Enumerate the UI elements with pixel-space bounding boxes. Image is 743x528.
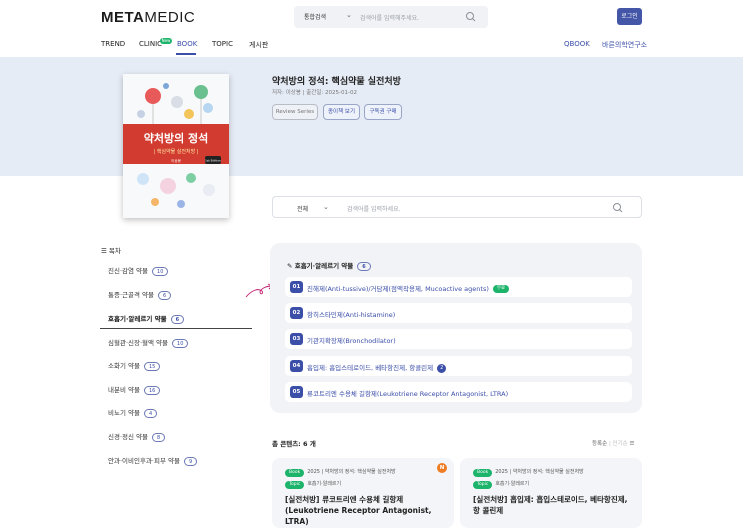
- chapter-number: 05: [290, 386, 303, 398]
- content-search[interactable]: 전체 ⌄ 검색어를 입력하세요.: [272, 196, 642, 218]
- top-bar: METAMEDIC 통합검색 ⌄ 검색어를 입력해주세요. 로그인 TREND …: [0, 0, 743, 58]
- pencil-icon: ✎: [287, 262, 293, 270]
- chapter-number: 02: [290, 307, 303, 319]
- chapter-item[interactable]: 05 류코트리엔 수용체 길항제(Leukotriene Receptor An…: [285, 382, 632, 402]
- chapter-item[interactable]: 03 기관지확장제(Bronchodilator): [285, 329, 632, 349]
- toc-item[interactable]: 통증·근골격 약물 6: [108, 289, 172, 300]
- new-badge: New: [160, 38, 172, 44]
- paper-book-button[interactable]: 종이책 보기: [323, 104, 360, 120]
- sort-by-date[interactable]: 등록순: [592, 441, 607, 447]
- nav-book[interactable]: BOOK: [177, 40, 197, 48]
- global-search[interactable]: 통합검색 ⌄ 검색어를 입력해주세요.: [294, 6, 488, 28]
- card-path: 2025 | 약처방의 정석: 핵심약물 실전처방: [495, 469, 584, 475]
- chapter-number: 03: [290, 333, 303, 345]
- toc-count: 9: [183, 456, 198, 466]
- toc-heading: ☰ 목차: [101, 245, 121, 255]
- toc-item[interactable]: 심혈관·신장·혈액 약물 10: [108, 337, 189, 348]
- sort-by-popular[interactable]: 인기순: [613, 441, 628, 447]
- toc-item[interactable]: 진신·감염 약물 10: [108, 265, 169, 276]
- toc-count: 10: [152, 266, 169, 276]
- chapter-label: 진해제(Anti-tussive)/거담제(점액작용제, Mucoactive …: [307, 283, 510, 293]
- nav-research[interactable]: 바른의학연구소: [602, 40, 647, 50]
- book-title: 약처방의 정석: 핵심약물 실전처방: [272, 77, 401, 87]
- free-tag: 무료: [492, 285, 510, 293]
- logo[interactable]: METAMEDIC: [101, 9, 195, 26]
- content-card[interactable]: Book 2025 | 약처방의 정석: 핵심약물 실전처방 Topic 호흡기·알…: [460, 458, 642, 528]
- card-title: [실전처방] 흡입제: 흡입스테로이드, 베타항진제, 항 콜린제: [473, 495, 628, 515]
- cover-subtitle: | 핵심약물 실전처방 |: [154, 148, 199, 155]
- toc-active-divider: [100, 328, 252, 329]
- new-badge: N: [437, 463, 447, 473]
- chapter-panel-title: ✎ 호흡기·알레르기 약물 6: [287, 260, 371, 271]
- card-topic: 호흡기·알레르기: [307, 481, 342, 487]
- nav-qbook[interactable]: QBOOK: [564, 40, 590, 48]
- card-title: [실전처방] 류코트리엔 수용체 길항제(Leukotriene Recepto…: [285, 495, 432, 526]
- chapter-label: 기관지확장제(Bronchodilator): [307, 337, 396, 345]
- content-search-input[interactable]: 검색어를 입력하세요.: [347, 204, 401, 213]
- toc-count: 16: [143, 385, 161, 395]
- card-path: 2025 | 약처방의 정석: 핵심약물 실전처방: [307, 469, 396, 475]
- search-category[interactable]: 통합검색: [304, 12, 326, 21]
- chapter-item[interactable]: 02 항히스타민제(Anti-histamine): [285, 303, 632, 323]
- sort-options: 등록순 | 인기순 ☰: [592, 441, 635, 447]
- total-contents: 총 콘텐츠: 6 개: [272, 440, 316, 448]
- nav-board[interactable]: 게시판: [249, 40, 268, 50]
- book-tag: Book: [473, 469, 493, 477]
- list-icon: ☰: [101, 247, 107, 255]
- nav-topic[interactable]: TOPIC: [212, 40, 233, 48]
- search-input[interactable]: 검색어를 입력해주세요.: [360, 13, 419, 22]
- chapter-count: 6: [357, 261, 371, 271]
- chapter-number: 04: [290, 360, 303, 372]
- book-cover-art: 약처방의 정석 | 핵심약물 실전처방 | 이상봉 1st Edition: [123, 74, 229, 218]
- toc-count: 6: [158, 290, 172, 300]
- card-topic: 호흡기·알레르기: [495, 481, 530, 487]
- toc-count: 15: [143, 361, 161, 371]
- chapter-label: 흡입제: 흡입스테로이드, 베타항진제, 항콜린제 2: [307, 362, 447, 373]
- toc-count: 10: [172, 338, 189, 348]
- search-icon[interactable]: [464, 10, 478, 24]
- toc-item[interactable]: 소화기 약물 15: [108, 360, 161, 371]
- review-series-button[interactable]: Review Series: [272, 104, 318, 120]
- chapter-label: 류코트리엔 수용체 길항제(Leukotriene Receptor Antag…: [307, 390, 509, 398]
- chevron-down-icon[interactable]: ⌄: [346, 11, 352, 19]
- cover-title: 약처방의 정석: [144, 131, 209, 145]
- toc-item[interactable]: 내분비 약물 16: [108, 384, 161, 395]
- toc-heading-label: 목차: [108, 247, 121, 255]
- chapter-subcount: 2: [437, 363, 447, 373]
- toc-item[interactable]: 비뇨기 약물 4: [108, 407, 158, 418]
- content-card[interactable]: Book 2025 | 약처방의 정석: 핵심약물 실전처방 Topic 호흡기·알…: [272, 458, 454, 528]
- login-button[interactable]: 로그인: [617, 8, 642, 25]
- toc-count: 6: [170, 314, 185, 324]
- list-view-icon[interactable]: ☰: [629, 441, 634, 447]
- nav-clinic[interactable]: CLINIC: [139, 40, 162, 48]
- chapter-number: 01: [290, 281, 303, 293]
- toc-count: 4: [143, 408, 158, 418]
- nav-active-indicator: [176, 53, 196, 55]
- chapter-item[interactable]: 04 흡입제: 흡입스테로이드, 베타항진제, 항콜린제 2: [285, 356, 632, 376]
- subscription-button[interactable]: 구독권 구매: [364, 104, 402, 120]
- cover-edition: 1st Edition: [205, 159, 221, 163]
- toc-item[interactable]: 안과·이비인후과·피부 약물 9: [108, 455, 198, 466]
- book-cover: 약처방의 정석 | 핵심약물 실전처방 | 이상봉 1st Edition: [123, 74, 229, 218]
- topic-tag: Topic: [473, 481, 493, 489]
- nav-trend[interactable]: TREND: [101, 40, 125, 48]
- main-nav: TREND CLINIC New BOOK TOPIC 게시판 QBOOK 바른…: [0, 38, 743, 56]
- book-tag: Book: [285, 469, 305, 477]
- book-meta: 저자: 이상봉 | 출간일: 2025-01-02: [272, 90, 357, 96]
- chapter-item[interactable]: 01 진해제(Anti-tussive)/거담제(점액작용제, Mucoacti…: [285, 277, 632, 297]
- topic-tag: Topic: [285, 481, 305, 489]
- chevron-down-icon[interactable]: ⌄: [323, 203, 329, 211]
- toc-item[interactable]: 신경·정신 약물 8: [108, 431, 166, 442]
- toc-item-active[interactable]: 호흡기·알레르기 약물 6: [108, 313, 185, 324]
- search-icon[interactable]: [611, 201, 625, 215]
- content-search-category[interactable]: 전체: [297, 204, 308, 213]
- toc-count: 8: [152, 432, 166, 442]
- chapter-label: 항히스타민제(Anti-histamine): [307, 311, 396, 319]
- cover-author: 이상봉: [171, 158, 181, 163]
